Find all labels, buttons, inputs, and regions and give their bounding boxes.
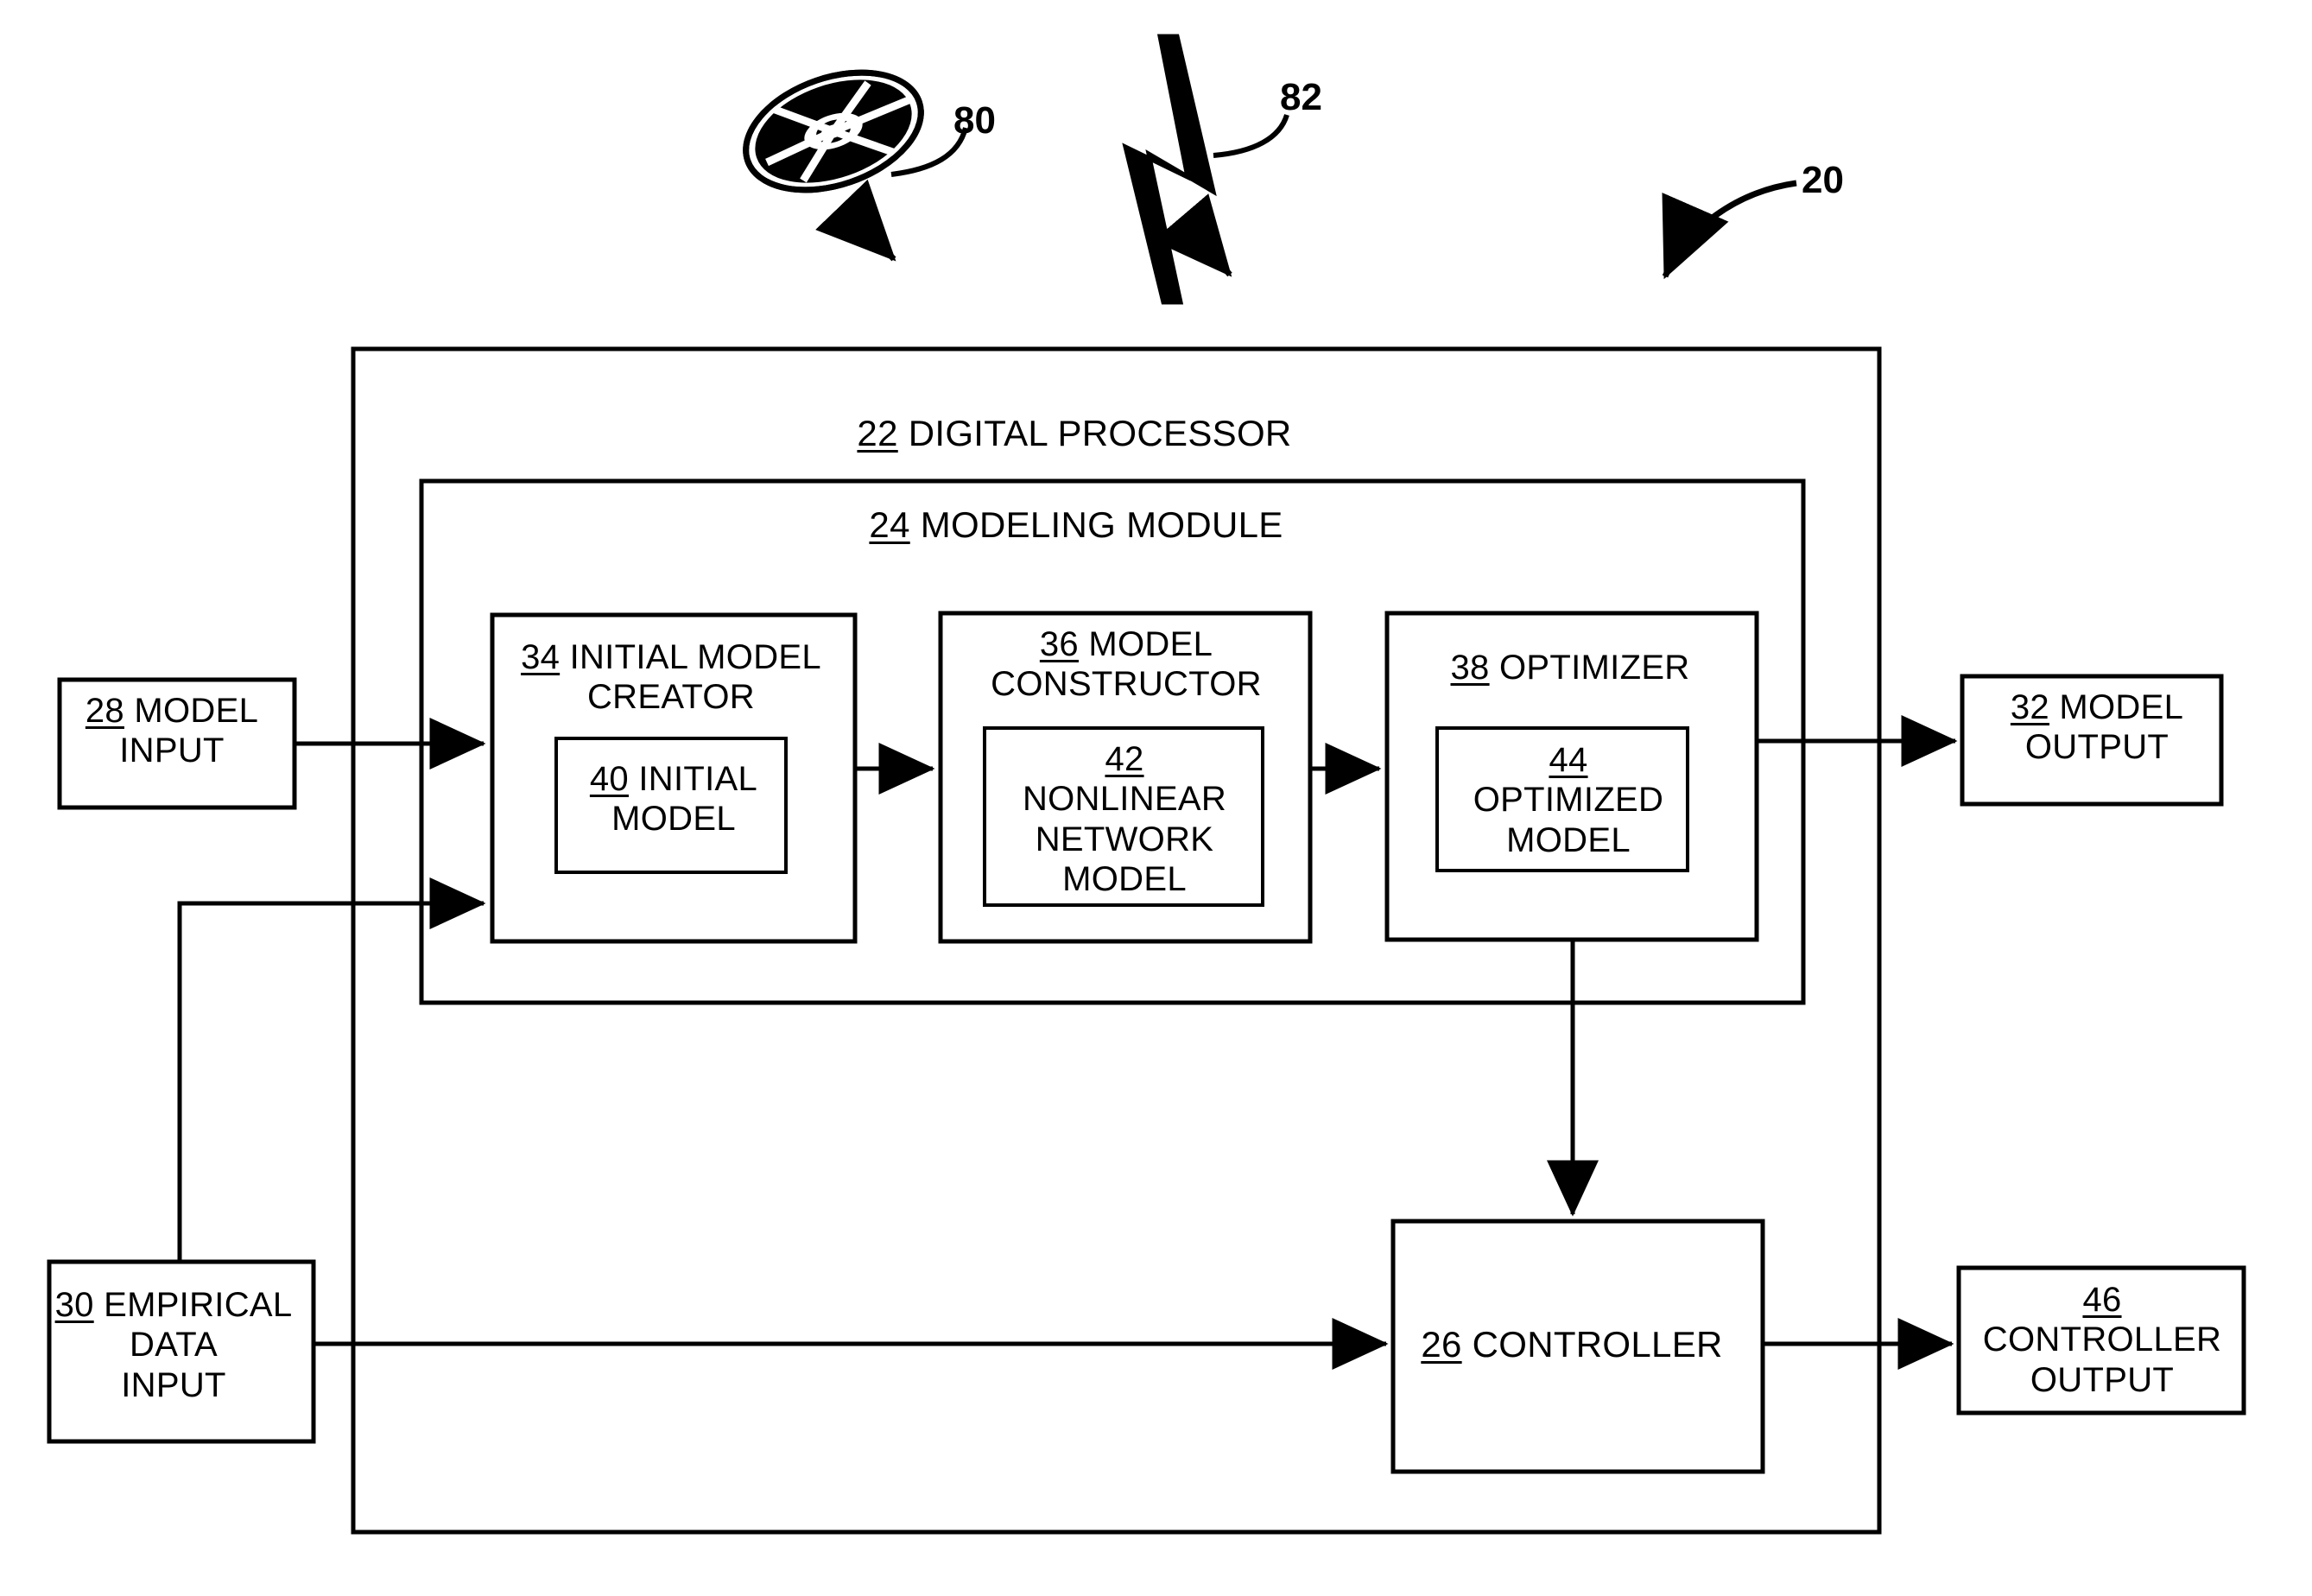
empirical-data-input-text: EMPIRICAL DATA INPUT [104,1286,293,1404]
ref-36: 36 [1039,625,1079,663]
ref-24: 24 [869,504,910,545]
callout-80: 80 [953,99,996,142]
controller-label: 26 CONTROLLER [1408,1324,1736,1366]
initial-model-creator-text: INITIAL MODEL CREATOR [569,638,821,717]
optimized-model-text: OPTIMIZED MODEL [1473,781,1664,859]
ref-40: 40 [589,760,629,798]
model-output-text: MODEL OUTPUT [2024,688,2184,767]
ref-22: 22 [857,413,898,453]
ref-42: 42 [1105,740,1144,778]
connector-empirical-data-to-module [177,877,486,1262]
initial-model-creator-label: 34 INITIAL MODEL CREATOR [494,637,848,718]
nonlinear-network-model-text: NONLINEAR NETWORK MODEL [1022,780,1227,899]
optimized-model-label: 44 OPTIMIZED MODEL [1439,740,1698,860]
empirical-data-input-label: 30 EMPIRICAL DATA INPUT [43,1285,304,1405]
callout-20: 20 [1802,159,1844,201]
ref-30: 30 [54,1286,94,1324]
nonlinear-network-model-label: 42 NONLINEAR NETWORK MODEL [986,739,1263,900]
ref-44: 44 [1549,741,1588,779]
optimizer-label: 38 OPTIMIZER [1382,648,1758,687]
model-input-text: MODEL INPUT [119,692,259,770]
ref-34: 34 [521,638,561,676]
ref-46: 46 [2082,1281,2122,1319]
model-output-label: 32 MODEL OUTPUT [1967,687,2226,768]
controller-output-label: 46 CONTROLLER OUTPUT [1964,1280,2240,1400]
optimizer-text: OPTIMIZER [1489,649,1690,687]
controller-text: CONTROLLER [1461,1324,1723,1365]
system-reference-leader [1662,180,1797,280]
ref-32: 32 [2010,688,2049,726]
tape-reel-icon [743,69,968,262]
figure-canvas: 28 MODEL INPUT 30 EMPIRICAL DATA INPUT 3… [0,0,2312,1596]
ref-26: 26 [1421,1324,1462,1365]
digital-processor-label: 22 DIGITAL PROCESSOR [643,413,1506,455]
initial-model-label: 40 INITIAL MODEL [558,759,789,839]
ref-38: 38 [1450,649,1490,687]
lightning-bolt-icon [1122,34,1289,305]
modeling-module-label: 24 MODELING MODULE [679,504,1473,547]
model-constructor-label: 36 MODEL CONSTRUCTOR [941,624,1311,705]
digital-processor-text: DIGITAL PROCESSOR [897,413,1292,453]
initial-model-text: INITIAL MODEL [611,760,758,839]
controller-output-text: CONTROLLER OUTPUT [1982,1320,2222,1399]
callout-82: 82 [1280,76,1322,118]
ref-28: 28 [85,692,124,730]
model-input-label: 28 MODEL INPUT [54,691,290,771]
model-constructor-text: MODEL CONSTRUCTOR [991,625,1262,704]
modeling-module-text: MODELING MODULE [909,504,1283,545]
